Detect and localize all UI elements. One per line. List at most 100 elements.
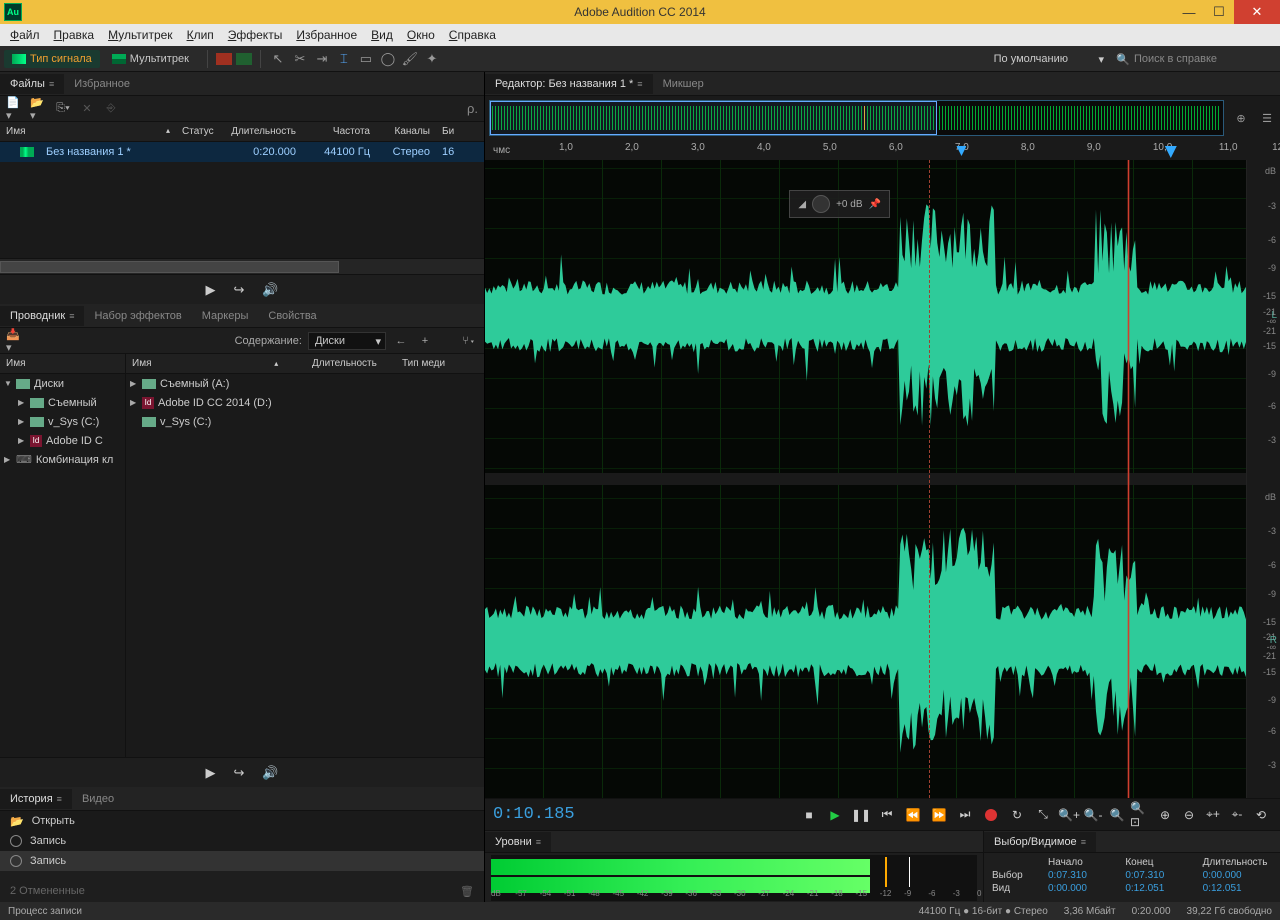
multitrack-mode-button[interactable]: Мультитрек [104, 50, 197, 68]
zoom-out-point-button[interactable]: ⌖- [1226, 804, 1248, 826]
selview-tab[interactable]: Выбор/Видимое≡ [984, 832, 1096, 852]
slip-tool-icon[interactable]: ⇥ [313, 50, 331, 68]
sel-dur-value[interactable]: 0:00.000 [1203, 870, 1272, 881]
filter-button[interactable]: ⑂▾ [460, 333, 478, 349]
col-duration[interactable]: Длительность [220, 126, 302, 137]
marquee-tool-icon[interactable]: ▭ [357, 50, 375, 68]
time-select-tool-icon[interactable]: ⌶ [335, 50, 353, 68]
sel-end-value[interactable]: 0:07.310 [1125, 870, 1194, 881]
waveform-editor[interactable]: ◢ +0 dB 📌 dB -3 -6 -9 -15 -21 -∞ -21 -15 [485, 160, 1280, 798]
list-item[interactable]: ▶v_Sys (C:) [126, 412, 484, 431]
fastfwd-button[interactable]: ⏩ [928, 804, 950, 826]
tree-disks[interactable]: ▼Диски [0, 374, 125, 393]
preview-autoplay-button[interactable]: 🔊 [262, 282, 278, 298]
menu-help[interactable]: Справка [443, 26, 502, 44]
favorites-tab[interactable]: Избранное [64, 74, 140, 94]
menu-file[interactable]: Файл [4, 26, 46, 44]
waveform-mode-button[interactable]: Тип сигнала [4, 50, 100, 68]
time-ruler[interactable]: чмс 1,0 2,0 3,0 4,0 5,0 6,0 7,0 8,0 9,0 … [485, 140, 1280, 160]
history-item-open[interactable]: 📂Открыть [0, 811, 484, 831]
list-view-button[interactable]: ☰ [1256, 107, 1278, 129]
back-button[interactable]: ← [392, 333, 410, 349]
zoom-in-v-button[interactable]: ⊕ [1154, 804, 1176, 826]
minimize-button[interactable]: — [1174, 0, 1204, 24]
pin-icon[interactable]: 📌 [869, 199, 881, 210]
view-dur-value[interactable]: 0:12.051 [1203, 883, 1272, 894]
skip-selection-button[interactable]: ⤡ [1032, 804, 1054, 826]
files-tab[interactable]: Файлы≡ [0, 74, 64, 94]
preview-loop-button[interactable]: ↪ [233, 282, 244, 298]
lasso-tool-icon[interactable]: ◯ [379, 50, 397, 68]
content-dropdown[interactable]: Диски [308, 332, 386, 350]
view-start-value[interactable]: 0:00.000 [1048, 883, 1117, 894]
spectral-freq-icon[interactable] [216, 53, 232, 65]
heal-tool-icon[interactable]: ✦ [423, 50, 441, 68]
insert-button[interactable]: ⎆ [102, 101, 120, 117]
browser-loop-button[interactable]: ↪ [233, 765, 244, 781]
razor-tool-icon[interactable]: ✂ [291, 50, 309, 68]
rewind-button[interactable]: ⏪ [902, 804, 924, 826]
zoom-reset-button[interactable]: ⟲ [1250, 804, 1272, 826]
properties-tab[interactable]: Свойства [258, 306, 326, 326]
import-button[interactable]: ⎘▾ [54, 101, 72, 117]
playhead[interactable] [1128, 160, 1129, 798]
open-file-button[interactable]: 📂▾ [30, 101, 48, 117]
video-tab[interactable]: Видео [72, 789, 124, 809]
menu-multitrack[interactable]: Мультитрек [102, 26, 179, 44]
overview-selection[interactable] [490, 101, 937, 135]
markers-tab[interactable]: Маркеры [192, 306, 259, 326]
preview-play-button[interactable]: ▶ [205, 282, 215, 298]
next-button[interactable]: ⏭ [954, 804, 976, 826]
workspace-dropdown[interactable]: По умолчанию [986, 51, 1108, 67]
panel-menu-icon[interactable]: ≡ [49, 79, 54, 89]
tree-drive-d[interactable]: ▶IdAdobe ID C [0, 431, 125, 450]
shortcut-button[interactable]: 📥▾ [6, 333, 24, 349]
gain-knob[interactable] [812, 195, 830, 213]
menu-view[interactable]: Вид [365, 26, 399, 44]
list-item[interactable]: ▶Съемный (A:) [126, 374, 484, 393]
zoom-sel-button[interactable]: 🔍⊡ [1130, 804, 1152, 826]
spectral-pitch-icon[interactable] [236, 53, 252, 65]
menu-favorites[interactable]: Избранное [290, 26, 363, 44]
editor-tab[interactable]: Редактор: Без названия 1 * ≡ [485, 74, 653, 94]
zoom-in-point-button[interactable]: ⌖+ [1202, 804, 1224, 826]
move-tool-icon[interactable]: ↖ [269, 50, 287, 68]
brush-tool-icon[interactable]: 🖌 [401, 50, 419, 68]
list-col-duration[interactable]: Длительность [312, 358, 402, 369]
list-col-media[interactable]: Тип меди [402, 358, 445, 369]
overview-navigator[interactable] [489, 100, 1224, 136]
prev-button[interactable]: ⏮ [876, 804, 898, 826]
stop-button[interactable]: ■ [798, 804, 820, 826]
files-hscroll[interactable] [0, 258, 484, 274]
sel-start-value[interactable]: 0:07.310 [1048, 870, 1117, 881]
zoom-in-button[interactable]: 🔍+ [1058, 804, 1080, 826]
volume-hud[interactable]: ◢ +0 dB 📌 [789, 190, 890, 218]
close-button[interactable]: ✕ [1234, 0, 1280, 24]
tree-shortcuts[interactable]: ▶⌨Комбинация кл [0, 450, 125, 469]
tree-header-name[interactable]: Имя [0, 354, 125, 374]
forward-button[interactable]: + [416, 333, 434, 349]
maximize-button[interactable]: ☐ [1204, 0, 1234, 24]
history-tab[interactable]: История≡ [0, 789, 72, 809]
menu-effects[interactable]: Эффекты [222, 26, 289, 44]
close-file-button[interactable]: ✕ [78, 101, 96, 117]
play-button[interactable]: ▶ [824, 804, 846, 826]
tree-drive-c[interactable]: ▶v_Sys (C:) [0, 412, 125, 431]
effects-rack-tab[interactable]: Набор эффектов [84, 306, 191, 326]
col-status[interactable]: Статус [176, 126, 220, 137]
filter-input[interactable]: ρ. [467, 101, 478, 116]
pause-button[interactable]: ❚❚ [850, 804, 872, 826]
zoom-overview-button[interactable]: ⊕ [1230, 107, 1252, 129]
trash-icon[interactable]: 🗑 [460, 885, 474, 898]
browser-play-button[interactable]: ▶ [205, 765, 215, 781]
new-file-button[interactable]: 📄▾ [6, 101, 24, 117]
zoom-out-v-button[interactable]: ⊖ [1178, 804, 1200, 826]
loop-button[interactable]: ↻ [1006, 804, 1028, 826]
col-freq[interactable]: Частота [302, 126, 376, 137]
help-search-input[interactable]: Поиск в справке [1116, 53, 1276, 65]
history-item-record[interactable]: Запись [0, 851, 484, 871]
col-channels[interactable]: Каналы [376, 126, 436, 137]
view-end-value[interactable]: 0:12.051 [1125, 883, 1194, 894]
list-item[interactable]: ▶IdAdobe ID CC 2014 (D:) [126, 393, 484, 412]
browser-autoplay-button[interactable]: 🔊 [262, 765, 278, 781]
